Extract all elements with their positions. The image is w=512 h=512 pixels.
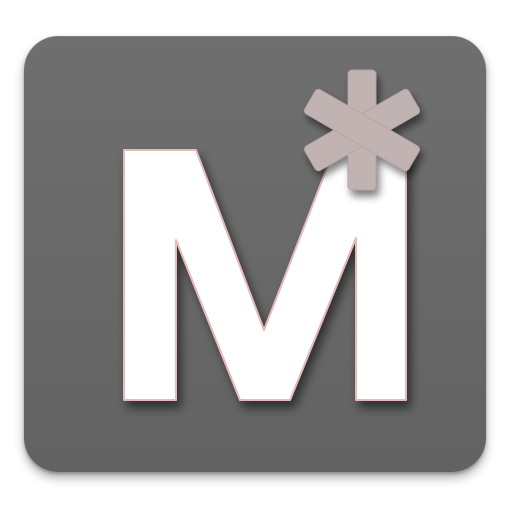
app-icon: [0, 0, 512, 512]
app-logo: [123, 69, 420, 401]
